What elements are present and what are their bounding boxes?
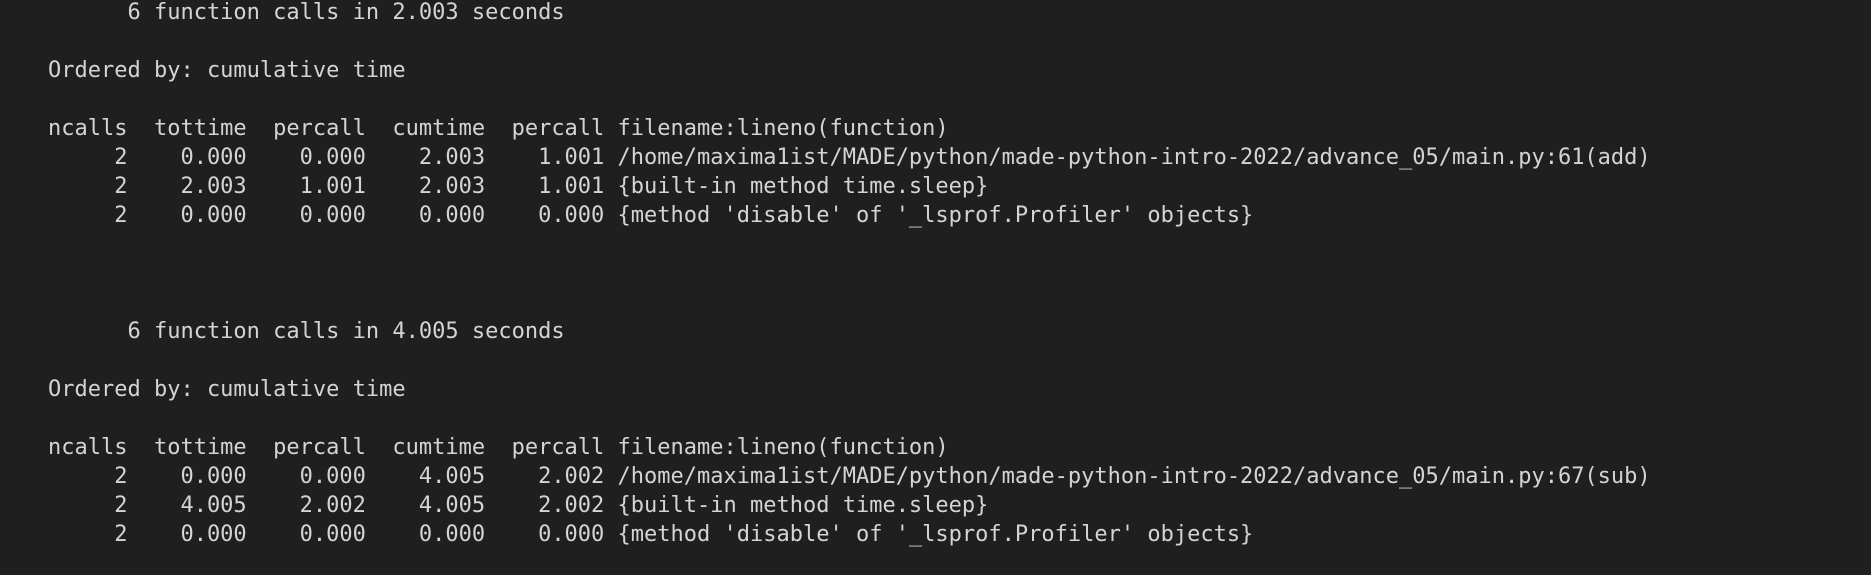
profile-summary-line: 6 function calls in 2.003 seconds	[48, 0, 565, 25]
table-row: 2 0.000 0.000 0.000 0.000 {method 'disab…	[48, 522, 1254, 547]
table-header-line: ncalls tottime percall cumtime percall f…	[48, 435, 949, 460]
profile-summary-line: 6 function calls in 4.005 seconds	[48, 319, 565, 344]
table-row: 2 0.000 0.000 4.005 2.002 /home/maxima1i…	[48, 464, 1651, 489]
ordered-by-line: Ordered by: cumulative time	[48, 377, 406, 402]
table-row: 2 0.000 0.000 2.003 1.001 /home/maxima1i…	[48, 145, 1651, 170]
table-header-line: ncalls tottime percall cumtime percall f…	[48, 116, 949, 141]
terminal-output: 6 function calls in 2.003 seconds Ordere…	[0, 0, 1871, 575]
table-row: 2 0.000 0.000 0.000 0.000 {method 'disab…	[48, 203, 1254, 228]
table-row: 2 2.003 1.001 2.003 1.001 {built-in meth…	[48, 174, 989, 199]
ordered-by-line: Ordered by: cumulative time	[48, 58, 406, 83]
table-row: 2 4.005 2.002 4.005 2.002 {built-in meth…	[48, 493, 989, 518]
